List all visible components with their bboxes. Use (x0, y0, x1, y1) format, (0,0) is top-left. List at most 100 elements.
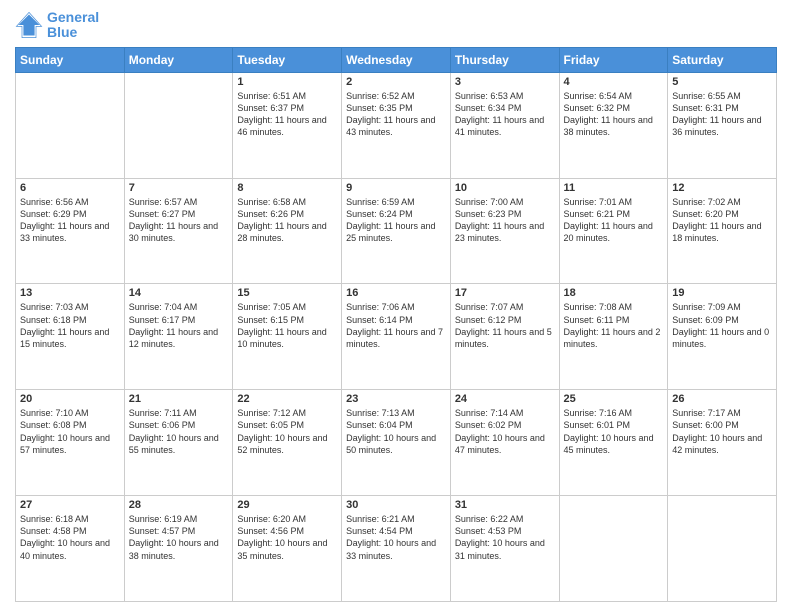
calendar-cell: 19Sunrise: 7:09 AM Sunset: 6:09 PM Dayli… (668, 284, 777, 390)
calendar-cell: 20 Sunrise: 7:10 AM Sunset: 6:08 PM Dayli… (16, 390, 125, 496)
day-number: 26 (672, 393, 772, 405)
calendar-cell: 23Sunrise: 7:13 AM Sunset: 6:04 PM Dayli… (342, 390, 451, 496)
calendar-table: SundayMondayTuesdayWednesdayThursdayFrid… (15, 47, 777, 602)
col-header-wednesday: Wednesday (342, 47, 451, 72)
day-number: 29 (237, 499, 337, 511)
day-info: Sunrise: 7:12 AM Sunset: 6:05 PM Dayligh… (237, 407, 337, 456)
calendar-header-row: SundayMondayTuesdayWednesdayThursdayFrid… (16, 47, 777, 72)
day-info: Sunrise: 7:04 AM Sunset: 6:17 PM Dayligh… (129, 301, 229, 350)
day-info: Sunrise: 6:54 AM Sunset: 6:32 PM Dayligh… (564, 90, 664, 139)
day-info: Sunrise: 7:13 AM Sunset: 6:04 PM Dayligh… (346, 407, 446, 456)
day-number: 9 (346, 182, 446, 194)
calendar-cell: 11 Sunrise: 7:01 AM Sunset: 6:21 PM Dayli… (559, 178, 668, 284)
day-info: Sunrise: 6:56 AM Sunset: 6:29 PM Dayligh… (20, 196, 120, 245)
day-number: 20 (20, 393, 120, 405)
day-number: 1 (237, 76, 337, 88)
calendar-cell: 14 Sunrise: 7:04 AM Sunset: 6:17 PM Dayli… (124, 284, 233, 390)
calendar-cell: 18 Sunrise: 7:08 AM Sunset: 6:11 PM Dayli… (559, 284, 668, 390)
calendar-cell: 8Sunrise: 6:58 AM Sunset: 6:26 PM Daylig… (233, 178, 342, 284)
day-number: 21 (129, 393, 229, 405)
day-number: 18 (564, 287, 664, 299)
day-info: Sunrise: 7:07 AM Sunset: 6:12 PM Dayligh… (455, 301, 555, 350)
day-number: 25 (564, 393, 664, 405)
day-info: Sunrise: 6:22 AM Sunset: 4:53 PM Dayligh… (455, 513, 555, 562)
calendar-cell: 6 Sunrise: 6:56 AM Sunset: 6:29 PM Daylig… (16, 178, 125, 284)
day-number: 17 (455, 287, 555, 299)
calendar-cell: 30Sunrise: 6:21 AM Sunset: 4:54 PM Dayli… (342, 496, 451, 602)
day-number: 16 (346, 287, 446, 299)
day-info: Sunrise: 6:59 AM Sunset: 6:24 PM Dayligh… (346, 196, 446, 245)
day-number: 7 (129, 182, 229, 194)
day-info: Sunrise: 6:19 AM Sunset: 4:57 PM Dayligh… (129, 513, 229, 562)
day-info: Sunrise: 6:51 AM Sunset: 6:37 PM Dayligh… (237, 90, 337, 139)
calendar-cell: 28 Sunrise: 6:19 AM Sunset: 4:57 PM Dayli… (124, 496, 233, 602)
day-info: Sunrise: 7:09 AM Sunset: 6:09 PM Dayligh… (672, 301, 772, 350)
page: General Blue SundayMondayTuesdayWednesda… (0, 0, 792, 612)
day-info: Sunrise: 6:18 AM Sunset: 4:58 PM Dayligh… (20, 513, 120, 562)
day-info: Sunrise: 6:58 AM Sunset: 6:26 PM Dayligh… (237, 196, 337, 245)
calendar-cell: 17 Sunrise: 7:07 AM Sunset: 6:12 PM Dayli… (450, 284, 559, 390)
day-info: Sunrise: 6:53 AM Sunset: 6:34 PM Dayligh… (455, 90, 555, 139)
day-number: 4 (564, 76, 664, 88)
day-number: 2 (346, 76, 446, 88)
day-info: Sunrise: 7:05 AM Sunset: 6:15 PM Dayligh… (237, 301, 337, 350)
calendar-cell: 26 Sunrise: 7:17 AM Sunset: 6:00 PM Dayli… (668, 390, 777, 496)
day-info: Sunrise: 6:57 AM Sunset: 6:27 PM Dayligh… (129, 196, 229, 245)
day-info: Sunrise: 7:00 AM Sunset: 6:23 PM Dayligh… (455, 196, 555, 245)
col-header-friday: Friday (559, 47, 668, 72)
day-info: Sunrise: 7:06 AM Sunset: 6:14 PM Dayligh… (346, 301, 446, 350)
col-header-sunday: Sunday (16, 47, 125, 72)
day-info: Sunrise: 7:11 AM Sunset: 6:06 PM Dayligh… (129, 407, 229, 456)
day-info: Sunrise: 7:16 AM Sunset: 6:01 PM Dayligh… (564, 407, 664, 456)
day-number: 28 (129, 499, 229, 511)
calendar-cell: 4 Sunrise: 6:54 AM Sunset: 6:32 PM Daylig… (559, 72, 668, 178)
day-number: 15 (237, 287, 337, 299)
calendar-cell: 16 Sunrise: 7:06 AM Sunset: 6:14 PM Dayli… (342, 284, 451, 390)
logo: General Blue (15, 10, 99, 41)
col-header-tuesday: Tuesday (233, 47, 342, 72)
day-info: Sunrise: 7:01 AM Sunset: 6:21 PM Dayligh… (564, 196, 664, 245)
header: General Blue (15, 10, 777, 41)
calendar-cell: 21 Sunrise: 7:11 AM Sunset: 6:06 PM Dayli… (124, 390, 233, 496)
week-row-5: 27 Sunrise: 6:18 AM Sunset: 4:58 PM Dayli… (16, 496, 777, 602)
col-header-saturday: Saturday (668, 47, 777, 72)
calendar-cell: 24 Sunrise: 7:14 AM Sunset: 6:02 PM Dayli… (450, 390, 559, 496)
calendar-cell (16, 72, 125, 178)
logo-text: General Blue (47, 10, 99, 41)
day-number: 10 (455, 182, 555, 194)
week-row-1: 1 Sunrise: 6:51 AM Sunset: 6:37 PM Daylig… (16, 72, 777, 178)
week-row-2: 6 Sunrise: 6:56 AM Sunset: 6:29 PM Daylig… (16, 178, 777, 284)
day-number: 14 (129, 287, 229, 299)
col-header-thursday: Thursday (450, 47, 559, 72)
day-number: 31 (455, 499, 555, 511)
calendar-cell: 1 Sunrise: 6:51 AM Sunset: 6:37 PM Daylig… (233, 72, 342, 178)
calendar-cell: 29 Sunrise: 6:20 AM Sunset: 4:56 PM Dayli… (233, 496, 342, 602)
calendar-cell (668, 496, 777, 602)
day-info: Sunrise: 7:14 AM Sunset: 6:02 PM Dayligh… (455, 407, 555, 456)
logo-icon (15, 11, 43, 39)
calendar-cell: 27 Sunrise: 6:18 AM Sunset: 4:58 PM Dayli… (16, 496, 125, 602)
day-info: Sunrise: 6:52 AM Sunset: 6:35 PM Dayligh… (346, 90, 446, 139)
calendar-cell: 5Sunrise: 6:55 AM Sunset: 6:31 PM Daylig… (668, 72, 777, 178)
calendar-cell: 3Sunrise: 6:53 AM Sunset: 6:34 PM Daylig… (450, 72, 559, 178)
day-info: Sunrise: 7:10 AM Sunset: 6:08 PM Dayligh… (20, 407, 120, 456)
calendar-cell: 12Sunrise: 7:02 AM Sunset: 6:20 PM Dayli… (668, 178, 777, 284)
week-row-4: 20 Sunrise: 7:10 AM Sunset: 6:08 PM Dayli… (16, 390, 777, 496)
calendar-cell: 25 Sunrise: 7:16 AM Sunset: 6:01 PM Dayli… (559, 390, 668, 496)
day-number: 24 (455, 393, 555, 405)
day-number: 6 (20, 182, 120, 194)
calendar-cell: 22Sunrise: 7:12 AM Sunset: 6:05 PM Dayli… (233, 390, 342, 496)
calendar-cell: 10 Sunrise: 7:00 AM Sunset: 6:23 PM Dayli… (450, 178, 559, 284)
calendar-cell: 7 Sunrise: 6:57 AM Sunset: 6:27 PM Daylig… (124, 178, 233, 284)
day-number: 12 (672, 182, 772, 194)
day-number: 11 (564, 182, 664, 194)
day-number: 13 (20, 287, 120, 299)
calendar-cell: 15 Sunrise: 7:05 AM Sunset: 6:15 PM Dayli… (233, 284, 342, 390)
day-info: Sunrise: 7:17 AM Sunset: 6:00 PM Dayligh… (672, 407, 772, 456)
day-info: Sunrise: 6:20 AM Sunset: 4:56 PM Dayligh… (237, 513, 337, 562)
day-info: Sunrise: 7:08 AM Sunset: 6:11 PM Dayligh… (564, 301, 664, 350)
calendar-cell: 9 Sunrise: 6:59 AM Sunset: 6:24 PM Daylig… (342, 178, 451, 284)
day-info: Sunrise: 6:21 AM Sunset: 4:54 PM Dayligh… (346, 513, 446, 562)
day-number: 27 (20, 499, 120, 511)
day-number: 5 (672, 76, 772, 88)
